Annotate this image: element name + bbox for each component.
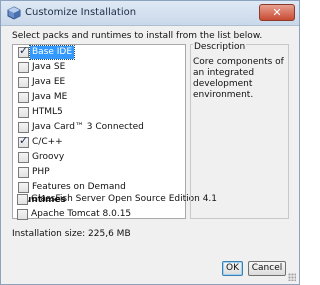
close-icon: ✕ bbox=[272, 6, 282, 19]
checkmark-icon: ✓ bbox=[19, 44, 29, 57]
resize-grip-icon[interactable] bbox=[288, 273, 296, 281]
pack-label: C/C++ bbox=[32, 137, 63, 147]
pack-label: Groovy bbox=[32, 152, 65, 162]
runtime-label: Apache Tomcat 8.0.15 bbox=[31, 209, 132, 219]
checkbox[interactable] bbox=[18, 107, 29, 118]
checkbox[interactable]: ✓ bbox=[18, 134, 29, 148]
netbeans-cube-icon bbox=[7, 6, 21, 20]
checkbox[interactable] bbox=[17, 194, 28, 205]
pack-label: Java Card™ 3 Connected bbox=[32, 122, 144, 132]
description-title: Description bbox=[193, 42, 247, 52]
checkbox[interactable] bbox=[18, 77, 29, 88]
instructions-text: Select packs and runtimes to install fro… bbox=[12, 31, 263, 41]
customize-installation-dialog: Customize Installation ✕ Select packs an… bbox=[0, 0, 300, 285]
checkbox[interactable] bbox=[18, 152, 29, 163]
checkbox[interactable] bbox=[18, 122, 29, 133]
checkbox[interactable] bbox=[18, 182, 29, 193]
checkbox[interactable] bbox=[17, 209, 28, 220]
description-text: Core components of an integrated develop… bbox=[193, 57, 284, 100]
pack-label: Java SE bbox=[32, 62, 66, 72]
window-title: Customize Installation bbox=[25, 7, 137, 18]
checkbox[interactable]: ✓ bbox=[18, 44, 29, 58]
checkbox[interactable] bbox=[18, 62, 29, 73]
pack-label: PHP bbox=[32, 167, 50, 177]
ok-button[interactable]: OK bbox=[222, 261, 243, 276]
pack-label: HTML5 bbox=[32, 107, 63, 117]
pack-label: Base IDE bbox=[28, 45, 76, 60]
checkbox[interactable] bbox=[18, 92, 29, 103]
cancel-button[interactable]: Cancel bbox=[248, 261, 286, 276]
title-bar: Customize Installation ✕ bbox=[1, 1, 299, 26]
pack-label: Java ME bbox=[32, 92, 68, 102]
close-button[interactable]: ✕ bbox=[259, 4, 295, 21]
pack-label: Java EE bbox=[32, 77, 66, 87]
checkbox[interactable] bbox=[18, 167, 29, 178]
checkmark-icon: ✓ bbox=[19, 134, 29, 147]
installation-size: Installation size: 225,6 MB bbox=[12, 229, 131, 239]
